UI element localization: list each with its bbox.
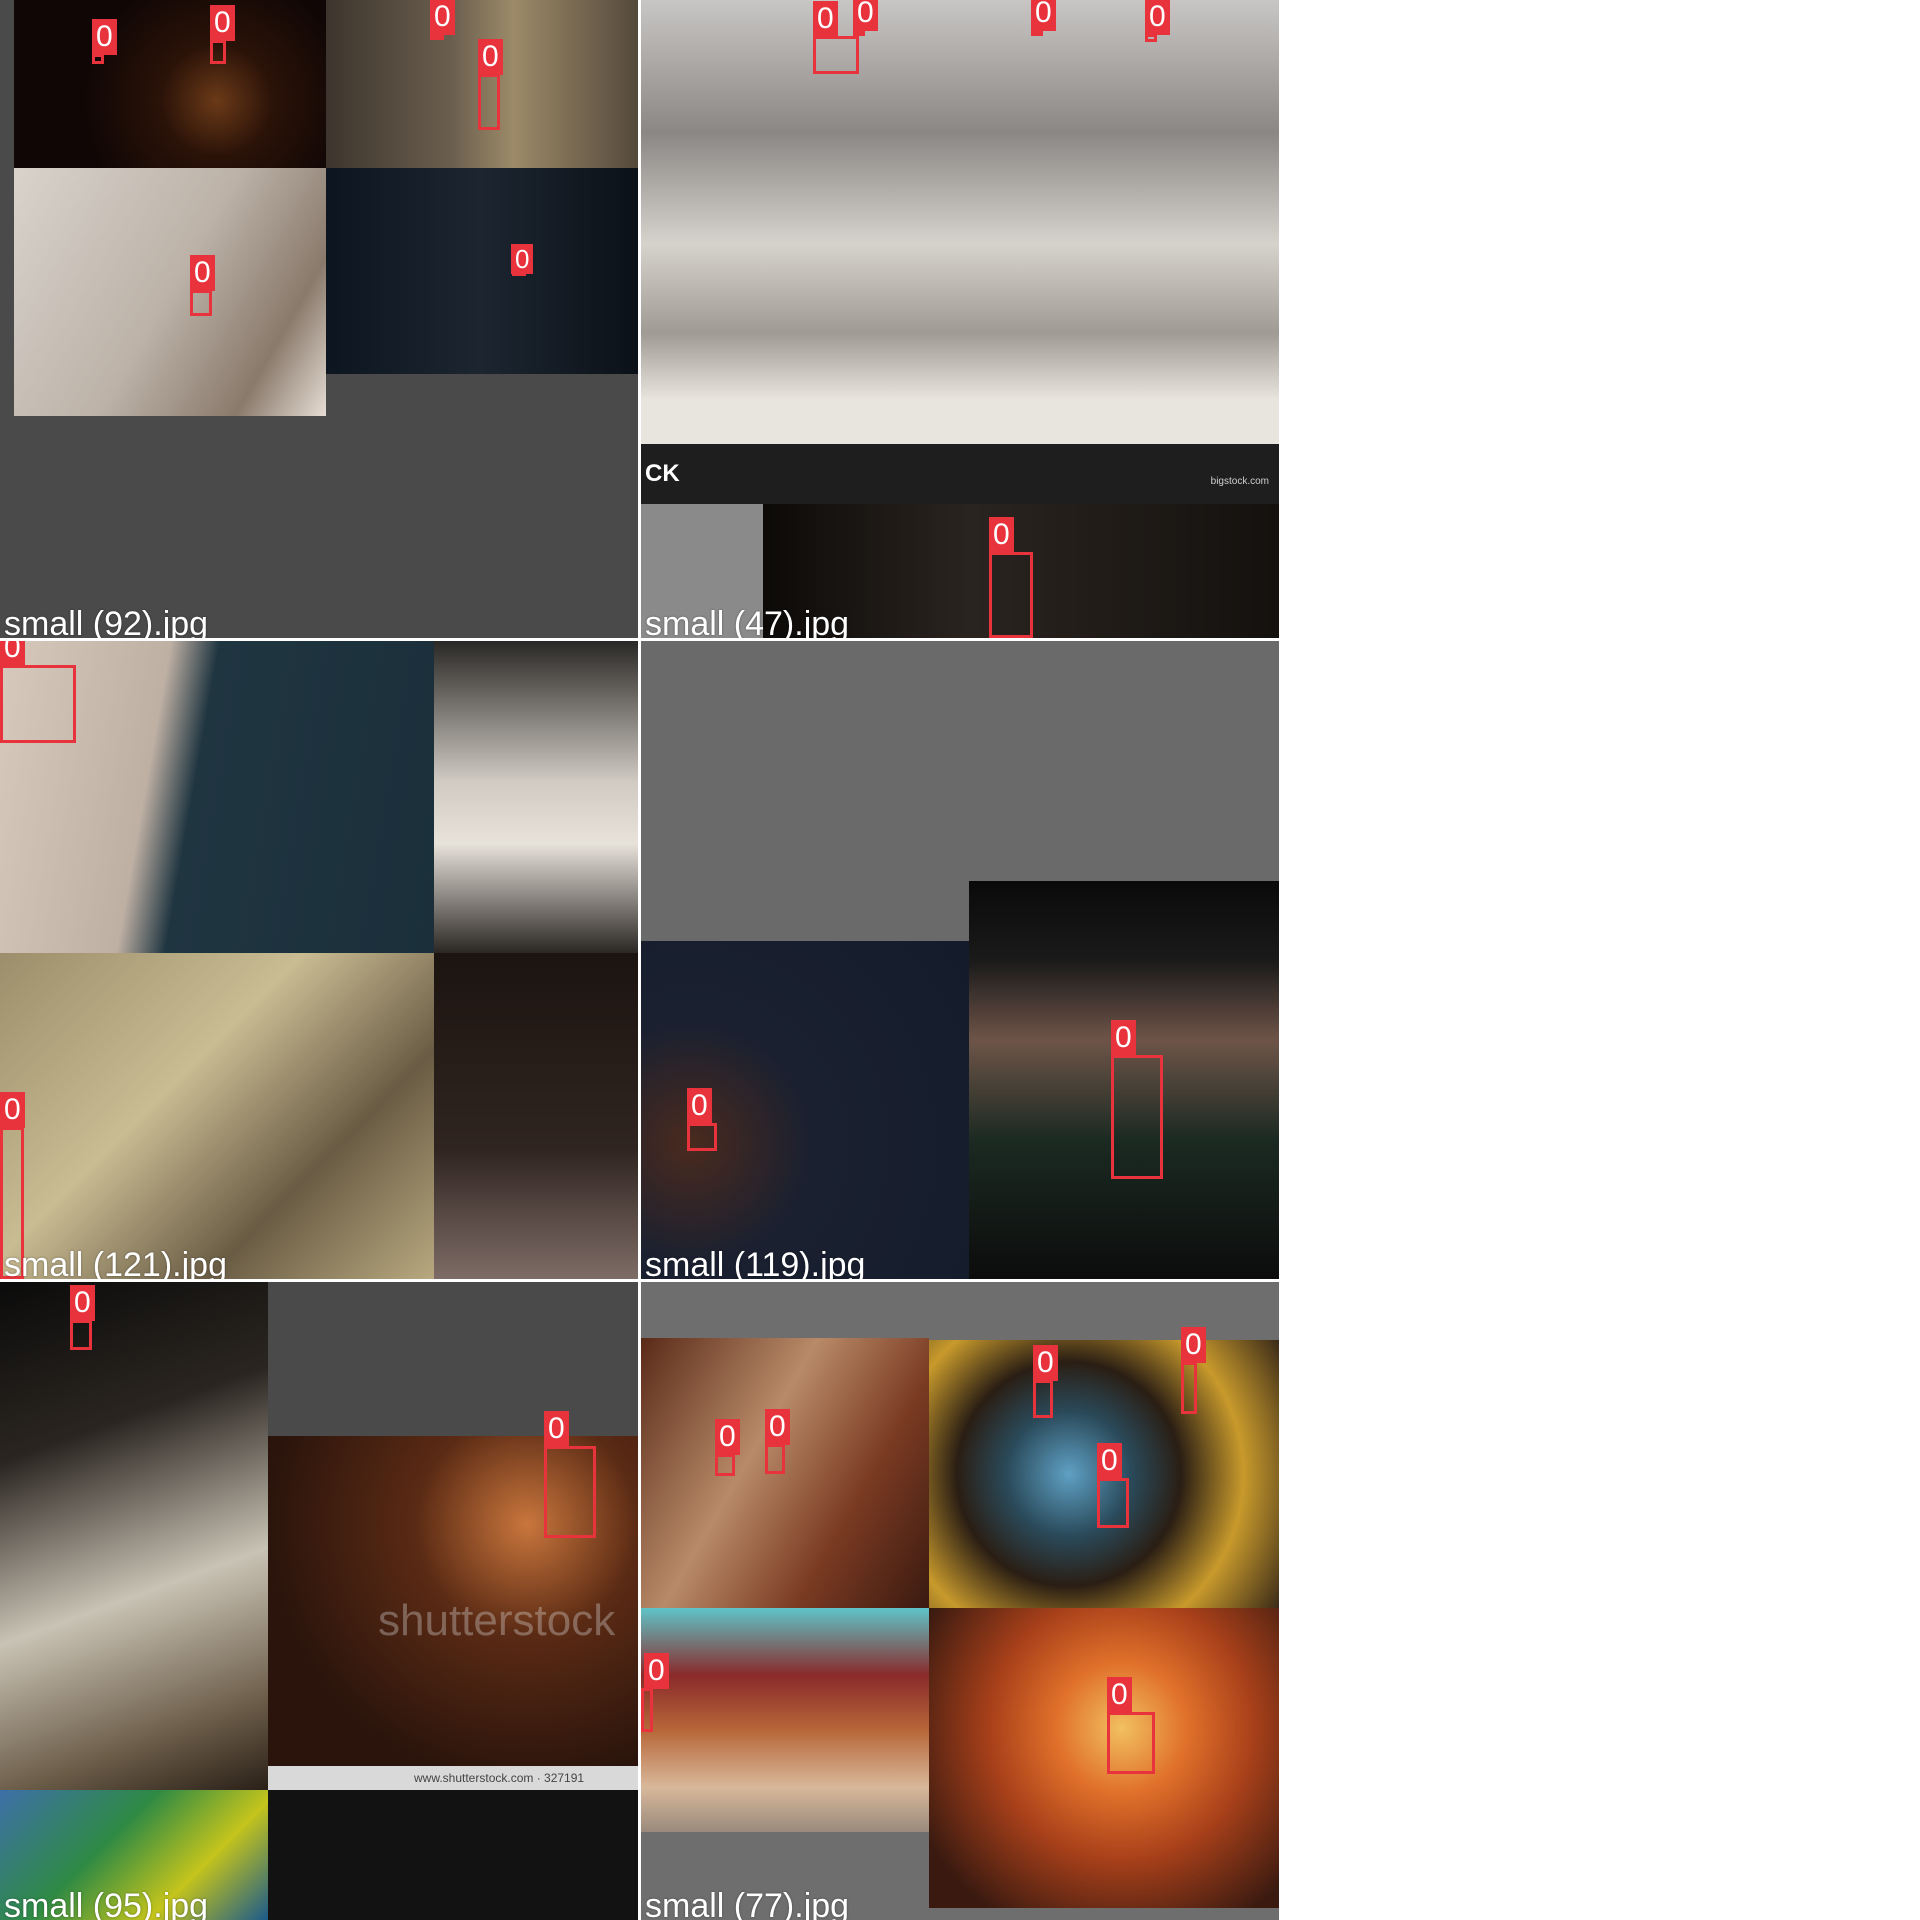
detection-box: 0 — [210, 5, 235, 64]
detection-label: 0 — [0, 1092, 25, 1128]
detection-label: 0 — [1031, 0, 1056, 31]
detection-box: 0 — [478, 39, 503, 130]
photo-candles-crystals — [641, 0, 1279, 444]
detection-box: 0 — [1145, 0, 1170, 42]
tile-small-95: shutterstock www.shutterstock.com · 3271… — [0, 1282, 638, 1920]
detection-box: 0 — [641, 1653, 669, 1732]
stock-watermark-text: shutterstock — [378, 1596, 616, 1645]
photo-lighting-cigarette — [929, 1608, 1279, 1908]
detection-label: 0 — [70, 1285, 95, 1321]
detection-box: 0 — [765, 1409, 790, 1474]
detection-box: 0 — [430, 0, 455, 40]
detection-label: 0 — [1033, 1345, 1058, 1381]
tile-small-119: 0 0 small (119).jpg — [641, 641, 1279, 1279]
tile-caption: small (95).jpg — [4, 1887, 209, 1920]
detection-box: 0 — [813, 1, 859, 74]
tile-caption: small (121).jpg — [4, 1246, 227, 1279]
detection-box: 0 — [92, 19, 117, 64]
tile-caption: small (92).jpg — [4, 605, 209, 638]
photo-stock-banner: CK bigstock.com — [641, 444, 1279, 504]
detection-label: 0 — [1111, 1020, 1136, 1056]
photo-woman-dinner — [641, 1338, 929, 1608]
detection-label: 0 — [715, 1419, 740, 1455]
stock-watermark-text: CK — [645, 460, 680, 487]
detection-label: 0 — [0, 641, 25, 666]
detection-label: 0 — [1181, 1327, 1206, 1363]
detection-label: 0 — [644, 1653, 669, 1689]
tile-caption: small (47).jpg — [645, 605, 850, 638]
tile-small-121: 0 0 small (121).jpg — [0, 641, 638, 1279]
photo-dark-candles — [14, 0, 326, 168]
photo-dark-candle — [434, 953, 638, 1279]
detection-box: 0 — [1033, 1345, 1058, 1418]
detection-label: 0 — [430, 0, 455, 35]
detection-label: 0 — [1107, 1677, 1132, 1713]
tile-caption: small (119).jpg — [645, 1246, 866, 1279]
detection-label: 0 — [210, 5, 235, 41]
tile-small-92: 0 0 0 0 0 0 small (92).jpg — [0, 0, 638, 638]
detection-label: 0 — [1097, 1443, 1122, 1479]
tile-caption: small (77).jpg — [645, 1887, 850, 1920]
detection-box: 0 — [511, 244, 534, 276]
photo-pillow — [434, 641, 638, 953]
detection-label: 0 — [687, 1088, 712, 1124]
photo-wooden-surface — [0, 953, 434, 1279]
detection-box: 0 — [1097, 1443, 1129, 1528]
photo-night-man — [326, 168, 638, 374]
detection-box: 0 — [1111, 1020, 1163, 1179]
photo-man-lighting-cigarette — [14, 168, 326, 416]
detection-box: 0 — [70, 1285, 95, 1350]
detection-label: 0 — [544, 1411, 569, 1447]
detection-label: 0 — [511, 244, 534, 274]
detection-box: 0 — [544, 1411, 596, 1538]
detection-box: 0 — [687, 1088, 717, 1151]
detection-box: 0 — [1031, 0, 1056, 36]
photo-black — [268, 1790, 638, 1920]
detection-label: 0 — [813, 1, 838, 37]
photo-quill-keys — [0, 1282, 268, 1790]
detection-label: 0 — [92, 19, 117, 55]
detection-label: 0 — [853, 0, 878, 31]
detection-label: 0 — [989, 517, 1014, 553]
grid-divider-vertical — [638, 0, 641, 1920]
photo-stock-strip: www.shutterstock.com · 327191 — [268, 1766, 638, 1790]
detection-box: 0 — [715, 1419, 740, 1476]
detection-label: 0 — [478, 39, 503, 75]
stock-watermark-url: bigstock.com — [1210, 476, 1269, 487]
detection-box: 0 — [190, 255, 215, 316]
photo-blurred-bar — [641, 1608, 929, 1832]
tile-small-77: 0 0 0 0 0 0 0 small (77).jpg — [641, 1282, 1279, 1920]
detection-label: 0 — [765, 1409, 790, 1445]
detection-box: 0 — [853, 0, 878, 36]
stock-watermark-url: www.shutterstock.com · 327191 — [414, 1771, 585, 1785]
detection-box: 0 — [1107, 1677, 1155, 1774]
mosaic-grid: 0 0 0 0 0 0 small (92).jpg CK bigstock.c… — [0, 0, 1280, 1920]
detection-box: 0 — [0, 641, 76, 743]
detection-box: 0 — [1181, 1327, 1206, 1414]
detection-label: 0 — [190, 255, 215, 291]
grid-divider-horizontal — [0, 1279, 1280, 1282]
detection-label: 0 — [1145, 0, 1170, 35]
detection-box: 0 — [989, 517, 1033, 638]
tile-small-47: CK bigstock.com 0 0 0 0 0 small (47).jpg — [641, 0, 1279, 638]
grid-divider-horizontal — [0, 638, 1280, 641]
